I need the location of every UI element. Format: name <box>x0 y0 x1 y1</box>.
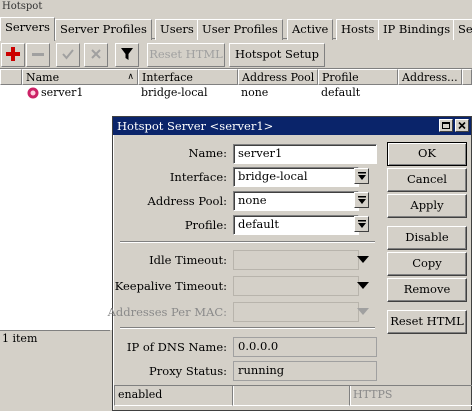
column-header-address-pool[interactable]: Address Pool <box>238 69 318 85</box>
maximize-button[interactable] <box>439 119 453 132</box>
proxy-status-label: Proxy Status: <box>149 364 227 378</box>
dialog-title: Hotspot Server <server1> <box>113 117 471 135</box>
idle-timeout-field[interactable] <box>233 250 359 270</box>
enable-button[interactable] <box>56 43 80 67</box>
column-header-flag[interactable] <box>0 69 22 85</box>
dialog-status-https: HTTPS <box>349 385 472 406</box>
toolbar: Reset HTML Hotspot Setup <box>0 40 472 68</box>
addresses-per-mac-expand-icon <box>357 308 369 315</box>
ip-of-dns-name-field: 0.0.0.0 <box>233 337 377 357</box>
tab-active[interactable]: Active <box>287 19 334 40</box>
cross-icon <box>91 49 101 59</box>
address-pool-label: Address Pool: <box>147 194 227 208</box>
cancel-button[interactable]: Cancel <box>387 168 467 192</box>
keepalive-timeout-label: Keepalive Timeout: <box>114 279 227 293</box>
profile-label: Profile: <box>184 218 227 232</box>
window-title: Hotspot <box>0 0 472 14</box>
remove-button[interactable] <box>26 43 50 67</box>
column-header-name-label: Name <box>26 71 60 84</box>
separator <box>120 327 375 329</box>
tab-user-profiles[interactable]: User Profiles <box>197 19 283 40</box>
address-pool-select[interactable]: none <box>233 191 359 211</box>
tab-servers[interactable]: Servers <box>0 17 55 41</box>
remove-server-button[interactable]: Remove <box>387 278 467 302</box>
apply-button[interactable]: Apply <box>387 194 467 218</box>
dropdown-arrow-icon <box>358 196 366 204</box>
minus-icon <box>32 53 44 56</box>
filter-icon <box>121 48 133 60</box>
cell-address-pool: none <box>241 86 269 99</box>
maximize-icon <box>442 122 450 129</box>
column-header-address[interactable]: Address... <box>398 69 462 85</box>
plus-icon <box>6 47 20 61</box>
keepalive-timeout-expand-icon[interactable] <box>357 282 369 289</box>
tab-bar: Servers Server Profiles Users User Profi… <box>0 17 472 41</box>
check-icon <box>62 49 74 60</box>
proxy-status-field: running <box>233 361 377 381</box>
close-icon <box>458 122 466 129</box>
column-header-profile[interactable]: Profile <box>318 69 398 85</box>
dropdown-arrow-icon <box>358 220 366 228</box>
name-label: Name: <box>188 146 227 160</box>
tab-users[interactable]: Users <box>155 19 199 40</box>
tab-server-profiles[interactable]: Server Profiles <box>55 19 152 40</box>
close-button[interactable] <box>455 119 469 132</box>
column-header-name[interactable]: Name ∧ <box>22 69 138 85</box>
address-pool-dropdown-button[interactable] <box>354 192 369 208</box>
dialog-title-text: Hotspot Server <server1> <box>117 119 274 133</box>
ok-button[interactable]: OK <box>387 142 467 166</box>
cell-name: server1 <box>41 86 84 99</box>
hotspot-setup-button[interactable]: Hotspot Setup <box>229 43 325 67</box>
keepalive-timeout-field[interactable] <box>233 276 359 296</box>
reset-html-button[interactable]: Reset HTML <box>147 43 225 67</box>
dropdown-arrow-icon <box>358 172 366 180</box>
copy-button[interactable]: Copy <box>387 252 467 276</box>
idle-timeout-label: Idle Timeout: <box>149 253 227 267</box>
interface-label: Interface: <box>169 170 227 184</box>
disable-server-button[interactable]: Disable <box>387 226 467 250</box>
dialog-status-middle <box>232 385 351 406</box>
reset-html-dialog-button[interactable]: Reset HTML <box>387 310 467 334</box>
tab-overflow[interactable]: Se <box>453 19 472 40</box>
idle-timeout-expand-icon[interactable] <box>357 256 369 263</box>
add-button[interactable] <box>1 43 25 67</box>
addresses-per-mac-field <box>233 302 359 322</box>
item-count: 1 item <box>2 332 38 345</box>
tab-hosts[interactable]: Hosts <box>336 19 380 40</box>
filter-button[interactable] <box>115 43 139 67</box>
profile-dropdown-button[interactable] <box>354 216 369 232</box>
disable-button[interactable] <box>84 43 108 67</box>
separator <box>120 241 375 243</box>
addresses-per-mac-label: Addresses Per MAC: <box>107 305 227 319</box>
interface-select[interactable]: bridge-local <box>233 167 359 187</box>
cell-profile: default <box>321 86 361 99</box>
ip-of-dns-name-label: IP of DNS Name: <box>126 340 227 354</box>
dialog-status-enabled: enabled <box>114 385 234 406</box>
profile-select[interactable]: default <box>233 215 359 235</box>
interface-dropdown-button[interactable] <box>354 168 369 184</box>
column-header-more[interactable] <box>462 69 472 85</box>
column-header-interface[interactable]: Interface <box>138 69 238 85</box>
sort-icon: ∧ <box>127 72 134 82</box>
name-field[interactable]: server1 <box>233 144 377 164</box>
tab-ip-bindings[interactable]: IP Bindings <box>378 19 456 40</box>
cell-interface: bridge-local <box>141 86 208 99</box>
